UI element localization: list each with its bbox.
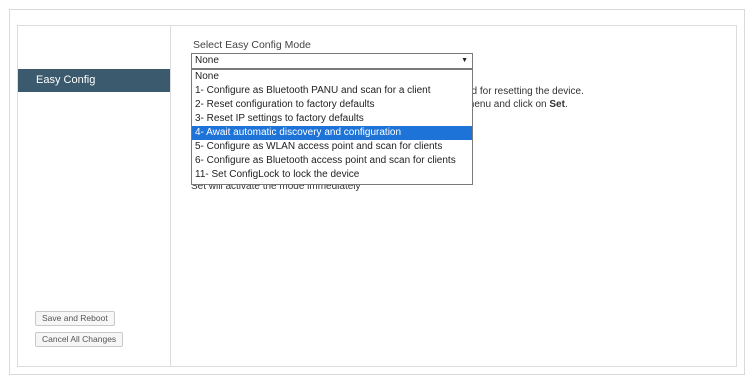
sidebar: Easy Config Save and Reboot Cancel All C… [18, 26, 171, 366]
save-and-reboot-button[interactable]: Save and Reboot [35, 311, 115, 326]
help-text-reset: nd for resetting the device. [466, 86, 584, 97]
cancel-all-changes-button[interactable]: Cancel All Changes [35, 332, 124, 347]
help-text-menu: menu and click on Set. [466, 99, 568, 110]
easy-config-mode-select[interactable]: None ▼ [191, 53, 473, 69]
option-reset-ip[interactable]: 3- Reset IP settings to factory defaults [192, 112, 472, 126]
option-bluetooth-panu[interactable]: 1- Configure as Bluetooth PANU and scan … [192, 84, 472, 98]
main-content: Select Easy Config Mode None ▼ nd for re… [171, 26, 737, 366]
option-bluetooth-ap[interactable]: 6- Configure as Bluetooth access point a… [192, 154, 472, 168]
help-text-set-bold: Set [549, 99, 565, 110]
option-configlock[interactable]: 11- Set ConfigLock to lock the device [192, 168, 472, 182]
mode-dropdown-list: None 1- Configure as Bluetooth PANU and … [191, 69, 473, 185]
option-wlan-ap[interactable]: 5- Configure as WLAN access point and sc… [192, 140, 472, 154]
dropdown-arrow-icon: ▼ [461, 57, 468, 64]
help-text-menu-part: menu and click on [466, 99, 547, 110]
option-reset-factory[interactable]: 2- Reset configuration to factory defaul… [192, 98, 472, 112]
settings-panel: Easy Config Save and Reboot Cancel All C… [17, 25, 737, 367]
sidebar-item-easy-config[interactable]: Easy Config [18, 69, 170, 92]
selected-value: None [195, 55, 219, 66]
option-none[interactable]: None [192, 70, 472, 84]
option-await-discovery[interactable]: 4- Await automatic discovery and configu… [192, 126, 472, 140]
select-mode-label: Select Easy Config Mode [193, 39, 311, 51]
